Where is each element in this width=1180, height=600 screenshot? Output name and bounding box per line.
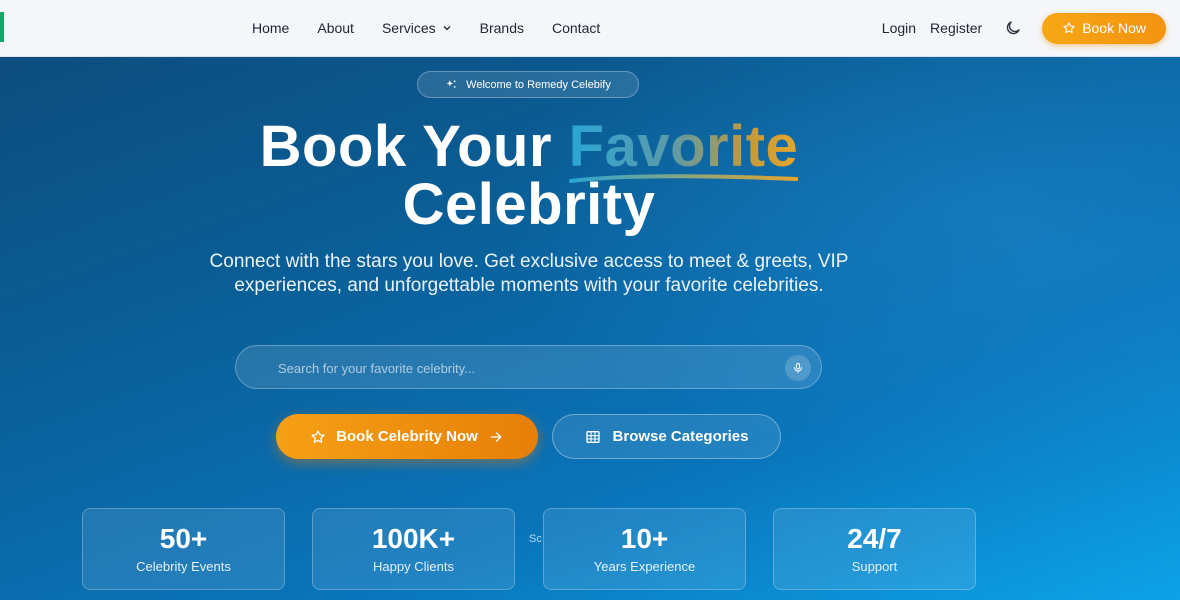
stat-label: Years Experience	[593, 559, 696, 574]
nav-services[interactable]: Services	[382, 20, 452, 36]
hero-title-highlight-wrap: Favorite	[568, 118, 799, 183]
stat-value: 10+	[620, 523, 669, 554]
book-now-label: Book Now	[1082, 20, 1146, 36]
voice-search-button[interactable]	[785, 355, 811, 381]
chevron-down-icon	[443, 26, 451, 31]
login-link[interactable]: Login	[882, 20, 916, 36]
book-celebrity-now-button[interactable]: Book Celebrity Now	[276, 414, 538, 459]
nav-links: Home About Services Brands Contact	[252, 0, 600, 56]
star-icon	[1063, 22, 1075, 34]
book-celebrity-now-label: Book Celebrity Now	[336, 428, 478, 445]
welcome-badge-text: Welcome to Remedy Celebify	[466, 78, 611, 91]
microphone-icon	[794, 363, 802, 373]
arrow-right-icon	[490, 431, 502, 442]
grid-icon	[585, 430, 600, 443]
stat-label: Support	[851, 559, 898, 574]
stat-label: Celebrity Events	[136, 559, 231, 574]
stat-value: 50+	[159, 523, 208, 554]
nav-contact[interactable]: Contact	[552, 20, 600, 36]
star-icon	[311, 429, 325, 443]
stat-card-events: 50+ Celebrity Events	[82, 508, 285, 590]
nav-brands[interactable]: Brands	[480, 20, 524, 36]
hero-title-highlight: Favorite	[568, 114, 799, 179]
logo-fragment[interactable]	[0, 12, 4, 42]
nav-services-label: Services	[381, 20, 436, 36]
stat-card-experience: 10+ Years Experience	[543, 508, 746, 590]
celebrity-search-bar	[235, 345, 822, 390]
stray-text: Sc	[529, 533, 542, 545]
top-navbar: Home About Services Brands Contact Login…	[0, 0, 1180, 57]
search-input[interactable]	[276, 346, 760, 390]
browse-categories-button[interactable]: Browse Categories	[552, 414, 781, 459]
browse-categories-label: Browse Categories	[612, 428, 749, 445]
nav-about[interactable]: About	[317, 20, 354, 36]
nav-home[interactable]: Home	[252, 20, 289, 36]
hero-title-line1: Book Your Favorite	[0, 118, 1058, 183]
hero-subtitle: Connect with the stars you love. Get exc…	[209, 251, 849, 296]
stat-card-clients: 100K+ Happy Clients	[312, 508, 515, 590]
register-link[interactable]: Register	[930, 20, 982, 36]
hero-title-line2: Celebrity	[402, 172, 656, 237]
sparkles-icon	[446, 79, 457, 89]
nav-actions: Login Register Book Now	[882, 10, 1166, 46]
stat-value: 24/7	[847, 523, 902, 554]
stat-label: Happy Clients	[373, 559, 454, 574]
welcome-badge: Welcome to Remedy Celebify	[417, 71, 639, 98]
moon-icon[interactable]	[1004, 19, 1022, 37]
stat-card-support: 24/7 Support	[773, 508, 976, 590]
stat-value: 100K+	[371, 523, 456, 554]
book-now-button[interactable]: Book Now	[1042, 12, 1166, 44]
hero-title-part1: Book Your	[259, 114, 569, 179]
